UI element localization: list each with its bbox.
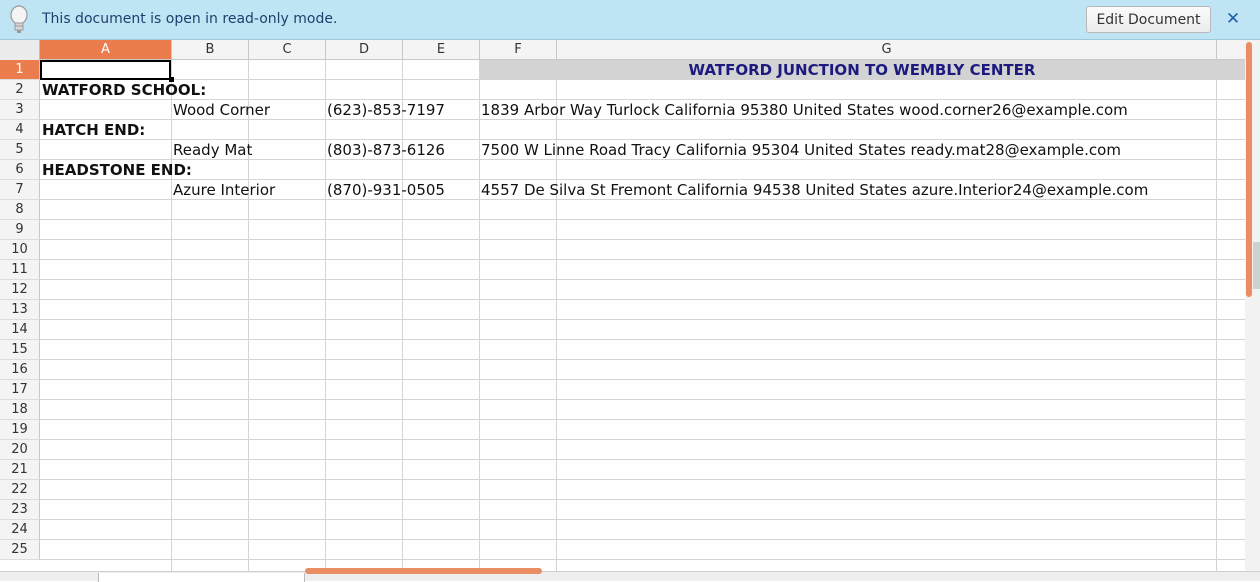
gridline — [171, 60, 172, 571]
cell-b3[interactable]: Wood Corner — [173, 100, 270, 120]
sheet-tab-bar — [0, 568, 1260, 582]
column-headers: A B C D E F G — [0, 40, 1245, 60]
gridline — [402, 60, 403, 571]
row-header-8[interactable]: 8 — [0, 200, 40, 220]
row-header-4[interactable]: 4 — [0, 120, 40, 140]
gridline — [40, 319, 1245, 320]
column-header-e[interactable]: E — [403, 40, 480, 59]
row-header-6[interactable]: 6 — [0, 160, 40, 180]
vertical-scroll-thumb[interactable] — [1246, 42, 1252, 297]
row-header-22[interactable]: 22 — [0, 480, 40, 500]
gridline — [40, 459, 1245, 460]
row-header-20[interactable]: 20 — [0, 440, 40, 460]
gridline — [40, 259, 1245, 260]
row-header-9[interactable]: 9 — [0, 220, 40, 240]
gridline — [40, 499, 1245, 500]
gridline — [40, 439, 1245, 440]
cell-d3[interactable]: (623)-853-7197 — [327, 100, 445, 120]
cell-a6[interactable]: HEADSTONE END: — [42, 160, 192, 180]
autofill-handle[interactable] — [169, 77, 174, 82]
gridline — [40, 339, 1245, 340]
cell-a4[interactable]: HATCH END: — [42, 120, 145, 140]
row-header-23[interactable]: 23 — [0, 500, 40, 520]
row-header-7[interactable]: 7 — [0, 180, 40, 200]
edit-document-button[interactable]: Edit Document — [1086, 6, 1211, 33]
row-header-2[interactable]: 2 — [0, 80, 40, 100]
row-header-13[interactable]: 13 — [0, 300, 40, 320]
row-header-19[interactable]: 19 — [0, 420, 40, 440]
gridline — [40, 299, 1245, 300]
row-header-1[interactable]: 1 — [0, 60, 40, 80]
row-header-18[interactable]: 18 — [0, 400, 40, 420]
column-header-c[interactable]: C — [249, 40, 326, 59]
spreadsheet-grid[interactable]: A B C D E F G 1 2 3 4 5 6 7 8 9 10 11 12… — [0, 40, 1245, 571]
gridline — [40, 219, 1245, 220]
gridline — [479, 60, 480, 571]
gridline — [325, 60, 326, 571]
gridline — [556, 60, 557, 571]
cell-area[interactable]: WATFORD JUNCTION TO WEMBLY CENTER WATFOR… — [40, 60, 1245, 571]
row-header-25[interactable]: 25 — [0, 540, 40, 560]
gridline — [1216, 60, 1217, 571]
row-header-16[interactable]: 16 — [0, 360, 40, 380]
gridline — [40, 539, 1245, 540]
gridline — [40, 419, 1245, 420]
row-header-10[interactable]: 10 — [0, 240, 40, 260]
column-header-b[interactable]: B — [172, 40, 249, 59]
cell-f7[interactable]: 4557 De Silva St Fremont California 9453… — [481, 180, 1148, 200]
cell-f5[interactable]: 7500 W Linne Road Tracy California 95304… — [481, 140, 1121, 160]
cell-b5[interactable]: Ready Mat — [173, 140, 252, 160]
gridline — [248, 60, 249, 571]
column-header-d[interactable]: D — [326, 40, 403, 59]
row-header-14[interactable]: 14 — [0, 320, 40, 340]
gridline — [40, 239, 1245, 240]
sidebar-collapse-handle[interactable] — [1253, 242, 1260, 289]
cell-f3[interactable]: 1839 Arbor Way Turlock California 95380 … — [481, 100, 1128, 120]
gridline — [40, 559, 1245, 560]
close-icon[interactable]: ✕ — [1224, 8, 1242, 30]
row-header-5[interactable]: 5 — [0, 140, 40, 160]
column-header-f[interactable]: F — [480, 40, 557, 59]
gridline — [40, 519, 1245, 520]
row-header-15[interactable]: 15 — [0, 340, 40, 360]
row-header-11[interactable]: 11 — [0, 260, 40, 280]
row-header-24[interactable]: 24 — [0, 520, 40, 540]
row-header-12[interactable]: 12 — [0, 280, 40, 300]
active-cell-cursor[interactable] — [40, 60, 171, 80]
row-header-21[interactable]: 21 — [0, 460, 40, 480]
cell-a2[interactable]: WATFORD SCHOOL: — [42, 80, 206, 100]
readonly-infobar: This document is open in read-only mode.… — [0, 0, 1260, 40]
cell-d7[interactable]: (870)-931-0505 — [327, 180, 445, 200]
vertical-scrollbar[interactable] — [1245, 40, 1260, 571]
readonly-message: This document is open in read-only mode. — [42, 11, 338, 27]
cell-b7[interactable]: Azure Interior — [173, 180, 275, 200]
select-all-corner[interactable] — [0, 40, 40, 60]
cell-d5[interactable]: (803)-873-6126 — [327, 140, 445, 160]
cell-g1-title[interactable]: WATFORD JUNCTION TO WEMBLY CENTER — [479, 60, 1245, 80]
gridline — [40, 399, 1245, 400]
gridline — [40, 379, 1245, 380]
row-header-3[interactable]: 3 — [0, 100, 40, 120]
column-header-a[interactable]: A — [40, 40, 172, 59]
row-header-17[interactable]: 17 — [0, 380, 40, 400]
gridline — [40, 359, 1245, 360]
gridline — [40, 479, 1245, 480]
column-header-g[interactable]: G — [557, 40, 1217, 59]
lightbulb-icon — [10, 5, 28, 33]
horizontal-scroll-thumb[interactable] — [305, 568, 542, 574]
gridline — [40, 279, 1245, 280]
